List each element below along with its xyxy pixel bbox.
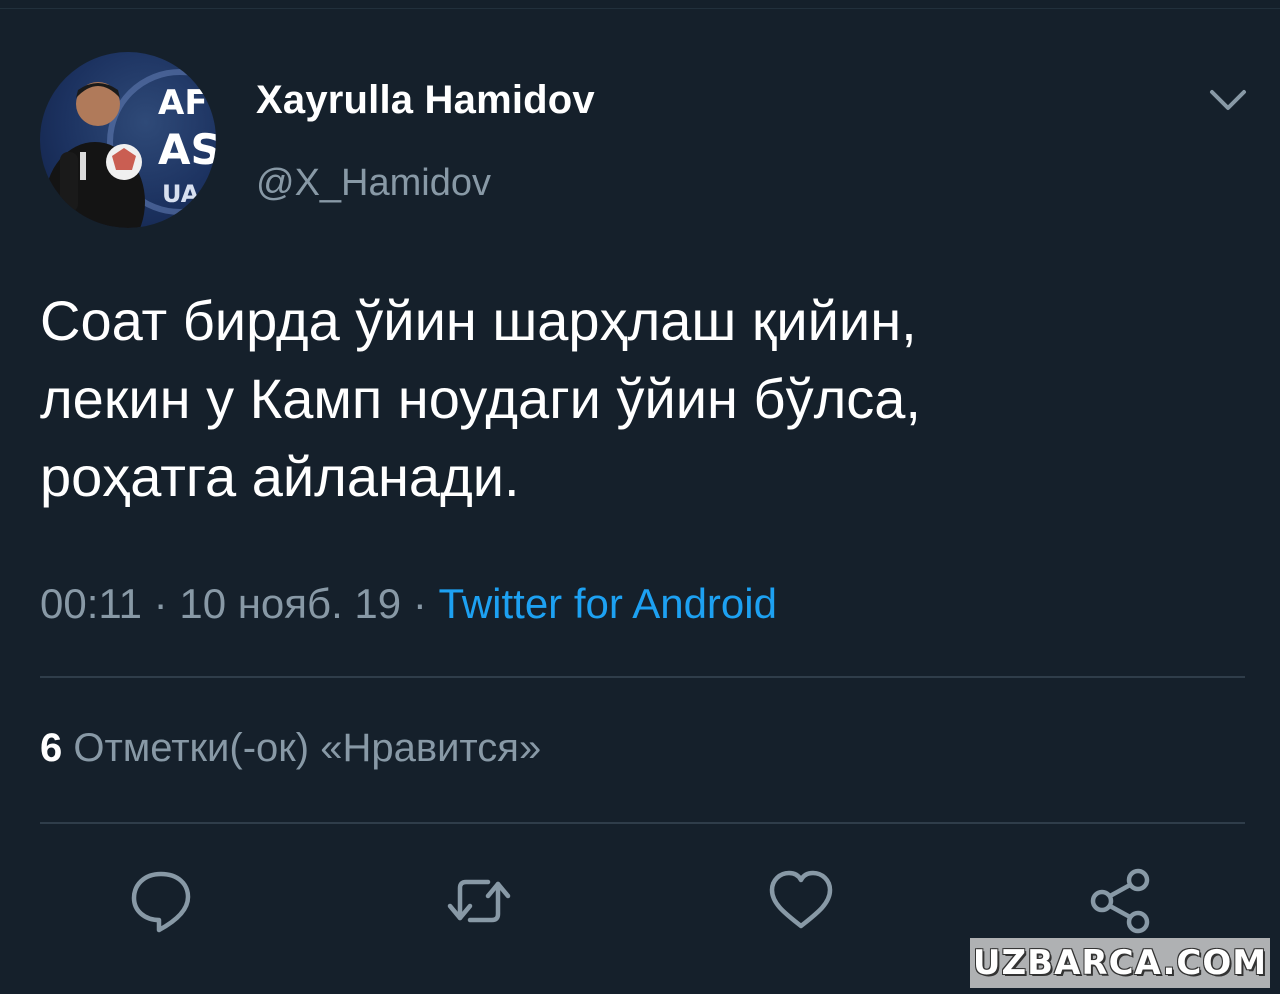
avatar-text-1: AF bbox=[158, 83, 208, 123]
avatar-image: AF AS UA bbox=[45, 69, 216, 228]
chevron-down-icon[interactable] bbox=[1206, 82, 1250, 118]
likes-stat[interactable]: 6 Отметки(-ок) «Нравится» bbox=[40, 726, 541, 771]
retweet-icon[interactable] bbox=[444, 866, 514, 936]
tweet-source-link[interactable]: Twitter for Android bbox=[438, 580, 776, 627]
likes-label: Отметки(-ок) «Нравится» bbox=[73, 726, 542, 770]
divider bbox=[40, 676, 1245, 678]
avatar-text-2: AS bbox=[158, 125, 216, 174]
tweet-meta: 00:11 · 10 нояб. 19 · Twitter for Androi… bbox=[40, 580, 777, 628]
tweet-date: 10 нояб. 19 bbox=[179, 580, 402, 627]
tweet-line: Соат бирда ўйин шарҳлаш қийин, bbox=[40, 289, 917, 352]
tweet-detail-screen: AF AS UA Xayrulla Hamidov @X_Hamidov Соа… bbox=[0, 0, 1280, 994]
meta-separator: · bbox=[412, 580, 427, 627]
display-name[interactable]: Xayrulla Hamidov bbox=[256, 78, 595, 123]
heart-icon[interactable] bbox=[766, 866, 836, 936]
user-handle[interactable]: @X_Hamidov bbox=[256, 162, 491, 205]
likes-count: 6 bbox=[40, 726, 63, 770]
top-divider bbox=[0, 8, 1280, 9]
divider bbox=[40, 822, 1245, 824]
watermark: UZBARCA.COM bbox=[970, 938, 1270, 988]
share-icon[interactable] bbox=[1086, 866, 1156, 936]
reply-icon[interactable] bbox=[126, 866, 196, 936]
avatar-text-3: UA bbox=[162, 180, 200, 208]
tweet-line: лекин у Камп ноудаги ўйин бўлса, bbox=[40, 367, 921, 430]
tweet-text: Соат бирда ўйин шарҳлаш қийин, лекин у К… bbox=[40, 282, 1250, 516]
meta-separator: · bbox=[153, 580, 168, 627]
avatar[interactable]: AF AS UA bbox=[40, 52, 216, 228]
tweet-line: роҳатга айланади. bbox=[40, 445, 520, 508]
tweet-time: 00:11 bbox=[40, 580, 142, 627]
